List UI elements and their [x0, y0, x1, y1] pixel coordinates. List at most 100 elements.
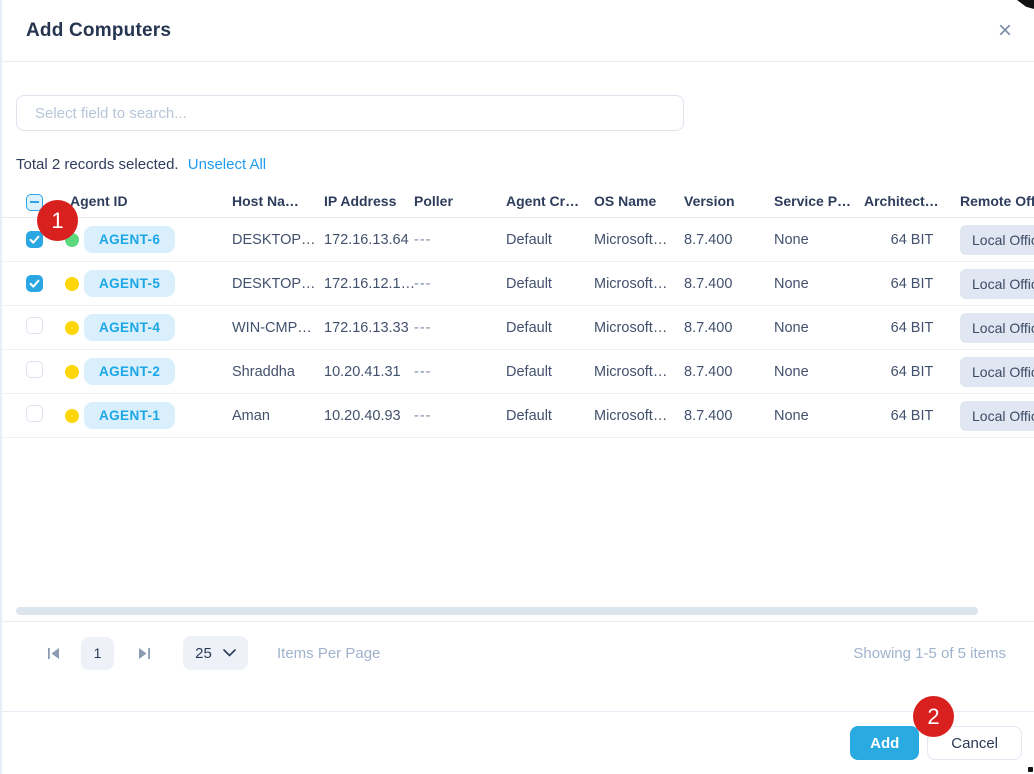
- checkbox-cell: [26, 405, 65, 426]
- row-checkbox[interactable]: [26, 317, 43, 334]
- checkbox-cell: [26, 275, 65, 293]
- agent-id-badge: AGENT-6: [84, 226, 175, 253]
- computers-table: Agent ID Host Na… IP Address Poller Agen…: [2, 184, 1034, 438]
- host-name-cell: Aman: [232, 408, 324, 424]
- column-header-agent-created: Agent Cr…: [506, 193, 594, 209]
- dialog-title: Add Computers: [26, 20, 171, 42]
- status-dot: [65, 409, 79, 423]
- add-computers-dialog: Add Computers × Total 2 records selected…: [0, 0, 1034, 774]
- table-row[interactable]: AGENT-4WIN-CMP…172.16.13.33---DefaultMic…: [2, 306, 1034, 350]
- agent-created-cell: Default: [506, 276, 594, 292]
- pagination-divider: [2, 621, 1034, 622]
- table-row[interactable]: AGENT-5DESKTOP…172.16.12.1…---DefaultMic…: [2, 262, 1034, 306]
- checkbox-cell: [26, 317, 65, 338]
- close-icon[interactable]: ×: [992, 19, 1018, 43]
- column-header-version: Version: [684, 193, 774, 209]
- ip-address-cell: 172.16.12.1…: [324, 276, 414, 292]
- os-name-cell: Microsoft…: [594, 276, 684, 292]
- page-number-button[interactable]: 1: [81, 637, 114, 670]
- page-size-dropdown[interactable]: 25: [183, 636, 248, 670]
- cursor-artifact: [1028, 767, 1033, 772]
- horizontal-scrollbar[interactable]: [16, 607, 978, 615]
- search-input[interactable]: [16, 95, 684, 131]
- host-name-cell: WIN-CMP…: [232, 320, 324, 336]
- poller-cell: ---: [414, 320, 506, 336]
- agent-id-cell: AGENT-6: [65, 226, 232, 253]
- remote-office-badge: Local Office: [960, 269, 1034, 299]
- agent-id-cell: AGENT-2: [65, 358, 232, 385]
- service-pack-cell: None: [774, 408, 864, 424]
- remote-office-badge: Local Office: [960, 357, 1034, 387]
- architecture-cell: 64 BIT: [864, 276, 960, 292]
- table-row[interactable]: AGENT-1Aman10.20.40.93---DefaultMicrosof…: [2, 394, 1034, 438]
- row-checkbox[interactable]: [26, 361, 43, 378]
- poller-cell: ---: [414, 276, 506, 292]
- agent-id-cell: AGENT-1: [65, 402, 232, 429]
- annotation-step-2: 2: [913, 696, 954, 737]
- agent-id-badge: AGENT-2: [84, 358, 175, 385]
- unselect-all-link[interactable]: Unselect All: [188, 156, 266, 173]
- host-name-cell: DESKTOP…: [232, 276, 324, 292]
- showing-items-text: Showing 1-5 of 5 items: [853, 645, 1006, 662]
- agent-created-cell: Default: [506, 408, 594, 424]
- row-checkbox[interactable]: [26, 405, 43, 422]
- agent-id-cell: AGENT-4: [65, 314, 232, 341]
- column-header-os-name: OS Name: [594, 193, 684, 209]
- dialog-footer: Add Cancel: [2, 711, 1034, 774]
- column-header-architecture: Architect…: [864, 193, 960, 209]
- agent-id-badge: AGENT-1: [84, 402, 175, 429]
- host-name-cell: Shraddha: [232, 364, 324, 380]
- service-pack-cell: None: [774, 276, 864, 292]
- items-per-page-label: Items Per Page: [277, 645, 380, 662]
- service-pack-cell: None: [774, 232, 864, 248]
- ip-address-cell: 172.16.13.33: [324, 320, 414, 336]
- page-size-value: 25: [195, 645, 212, 662]
- ip-address-cell: 10.20.40.93: [324, 408, 414, 424]
- version-cell: 8.7.400: [684, 276, 774, 292]
- column-header-service-pack: Service P…: [774, 193, 864, 209]
- column-header-agent-id: Agent ID: [65, 193, 232, 209]
- architecture-cell: 64 BIT: [864, 364, 960, 380]
- remote-office-cell: Local Office: [960, 357, 1034, 387]
- agent-id-cell: AGENT-5: [65, 270, 232, 297]
- selection-summary-text: Total 2 records selected.: [16, 156, 179, 173]
- os-name-cell: Microsoft…: [594, 364, 684, 380]
- table-row[interactable]: AGENT-6DESKTOP…172.16.13.64---DefaultMic…: [2, 218, 1034, 262]
- architecture-cell: 64 BIT: [864, 408, 960, 424]
- last-page-button[interactable]: [137, 646, 152, 661]
- ip-address-cell: 172.16.13.64: [324, 232, 414, 248]
- architecture-cell: 64 BIT: [864, 320, 960, 336]
- remote-office-cell: Local Office: [960, 313, 1034, 343]
- table-body: AGENT-6DESKTOP…172.16.13.64---DefaultMic…: [2, 218, 1034, 438]
- architecture-cell: 64 BIT: [864, 232, 960, 248]
- column-header-remote-office: Remote Office: [960, 193, 1034, 209]
- remote-office-cell: Local Office: [960, 225, 1034, 255]
- row-checkbox[interactable]: [26, 275, 43, 292]
- os-name-cell: Microsoft…: [594, 408, 684, 424]
- chevron-down-icon: [223, 649, 236, 657]
- version-cell: 8.7.400: [684, 408, 774, 424]
- version-cell: 8.7.400: [684, 364, 774, 380]
- poller-cell: ---: [414, 232, 506, 248]
- service-pack-cell: None: [774, 364, 864, 380]
- table-header-row: Agent ID Host Na… IP Address Poller Agen…: [2, 184, 1034, 218]
- remote-office-badge: Local Office: [960, 313, 1034, 343]
- version-cell: 8.7.400: [684, 232, 774, 248]
- first-page-button[interactable]: [46, 646, 61, 661]
- agent-id-badge: AGENT-4: [84, 314, 175, 341]
- status-dot: [65, 321, 79, 335]
- os-name-cell: Microsoft…: [594, 320, 684, 336]
- poller-cell: ---: [414, 364, 506, 380]
- service-pack-cell: None: [774, 320, 864, 336]
- selection-summary: Total 2 records selected. Unselect All: [16, 156, 266, 173]
- host-name-cell: DESKTOP…: [232, 232, 324, 248]
- os-name-cell: Microsoft…: [594, 232, 684, 248]
- version-cell: 8.7.400: [684, 320, 774, 336]
- annotation-step-1: 1: [37, 200, 78, 241]
- remote-office-badge: Local Office: [960, 401, 1034, 431]
- ip-address-cell: 10.20.41.31: [324, 364, 414, 380]
- table-row[interactable]: AGENT-2Shraddha10.20.41.31---DefaultMicr…: [2, 350, 1034, 394]
- remote-office-cell: Local Office: [960, 269, 1034, 299]
- add-button[interactable]: Add: [850, 726, 919, 760]
- column-header-poller: Poller: [414, 193, 506, 209]
